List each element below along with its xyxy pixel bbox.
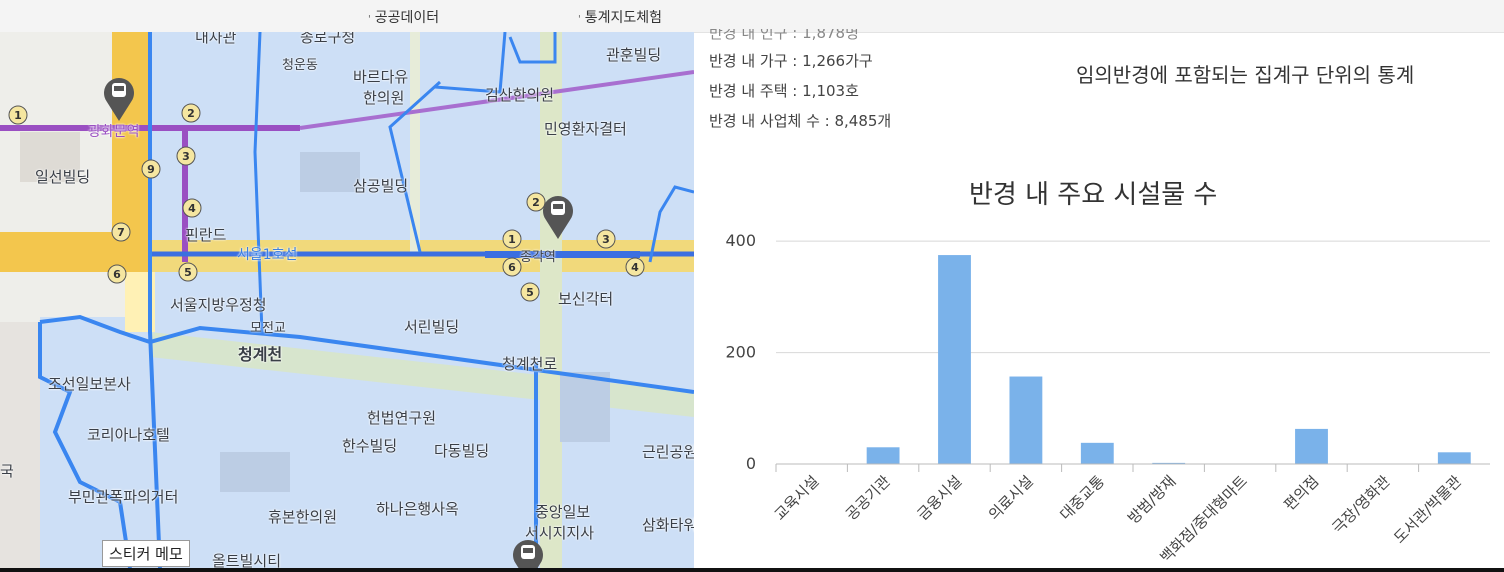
- map-label: 삼공빌딩: [353, 177, 409, 195]
- map-label: 일선빌딩: [35, 168, 91, 186]
- stat-households: 반경 내 가구 : 1,266가구: [709, 52, 873, 70]
- stat-housing: 반경 내 주택 : 1,103호: [709, 82, 859, 100]
- map-label: 한의원: [363, 89, 405, 107]
- map-label: 다동빌딩: [434, 442, 490, 460]
- x-tick-label: 의료시설: [985, 472, 1037, 524]
- x-tick-label: 방범/방재: [1124, 472, 1179, 527]
- subway-pin-icon[interactable]: [510, 536, 546, 568]
- map-label: 종로구청: [300, 32, 356, 46]
- map-label: 서울지방우정청: [170, 296, 267, 314]
- map-label: 코리아나호텔: [87, 426, 170, 444]
- map-label: 한수빌딩: [342, 437, 398, 455]
- radius-stat-note: 임의반경에 포함되는 집계구 단위의 통계: [1076, 63, 1415, 87]
- bar[interactable]: [1009, 376, 1043, 464]
- svg-text:2: 2: [532, 196, 540, 209]
- svg-text:9: 9: [147, 163, 155, 176]
- svg-text:4: 4: [631, 261, 639, 274]
- map-label: 김산한의원: [485, 86, 555, 104]
- svg-text:3: 3: [182, 150, 190, 163]
- facility-bar-chart: 0200400교육시설 공공기관 금융시설 의료시설 대중교통 방범/방재백화점/중대형마…: [725, 231, 1490, 566]
- svg-text:2: 2: [187, 107, 195, 120]
- bar[interactable]: [866, 447, 900, 464]
- y-tick-label: 0: [746, 454, 756, 473]
- map-label: 근린공원: [642, 443, 694, 461]
- map-label: 보신각터: [558, 290, 614, 308]
- map-label: 민영환자결터: [544, 120, 627, 138]
- map-label: 모전교: [250, 321, 286, 336]
- sticker-memo-button[interactable]: 스티커 메모: [102, 540, 190, 567]
- y-tick-label: 400: [725, 231, 756, 250]
- map-label: 헌법연구원: [367, 409, 437, 427]
- x-tick-label: 대중교통: [1056, 472, 1108, 524]
- map-label: 관훈빌딩: [606, 46, 662, 64]
- map-label: 광화문역: [88, 124, 140, 140]
- svg-text:5: 5: [184, 266, 192, 279]
- map-label: 서린빌딩: [404, 318, 460, 336]
- map-label: 중앙일보: [535, 503, 591, 521]
- x-tick-label: 편의점: [1280, 472, 1322, 514]
- x-tick-label: 극장/영화관: [1329, 472, 1394, 537]
- map-label: 종각역: [520, 250, 556, 265]
- top-link-bar: ' 공공데이터 ' 통계지도체험: [0, 0, 1504, 33]
- svg-text:5: 5: [526, 286, 534, 299]
- y-tick-label: 200: [725, 343, 756, 362]
- stat-businesses: 반경 내 사업체 수 : 8,485개: [709, 112, 892, 130]
- svg-text:3: 3: [602, 233, 610, 246]
- map-label: 청계천: [238, 345, 283, 364]
- map-label: 서울1호선: [237, 247, 298, 263]
- svg-text:7: 7: [117, 226, 125, 239]
- map-label: 내자관: [195, 32, 237, 46]
- map-label: 하나은행사옥: [376, 500, 459, 518]
- svg-text:1: 1: [508, 233, 516, 246]
- bottom-border: [0, 568, 1504, 572]
- stat-map-experience-link[interactable]: ' 통계지도체험: [578, 7, 662, 27]
- map-label: 청계천로: [502, 355, 558, 373]
- x-tick-label: 교육시설: [771, 472, 823, 524]
- map-view[interactable]: 1 2 3 4 5 6 7 9 1 2 3 4 5 6 내자관 종로구청 청운동…: [0, 32, 694, 568]
- map-label: 핀란드: [185, 226, 227, 244]
- bar[interactable]: [1437, 452, 1471, 464]
- svg-text:6: 6: [508, 261, 516, 274]
- map-label: 삼화타워: [642, 516, 694, 534]
- map-label: 올트빌시티: [212, 552, 282, 568]
- subway-pin-icon[interactable]: [101, 74, 137, 122]
- bar[interactable]: [1080, 442, 1114, 464]
- map-label: 부민관폭파의거터: [68, 488, 179, 506]
- chart-title: 반경 내 주요 시설물 수: [969, 180, 1218, 210]
- subway-pin-icon[interactable]: [540, 192, 576, 240]
- bar[interactable]: [1295, 428, 1328, 464]
- bar[interactable]: [938, 255, 971, 464]
- svg-text:1: 1: [14, 109, 22, 122]
- map-label: 청운동: [282, 58, 318, 73]
- x-tick-label: 금융시설: [914, 472, 966, 524]
- map-label: 조선일보본사: [48, 375, 131, 393]
- map-label: 바르다유: [353, 68, 409, 86]
- public-data-link[interactable]: ' 공공데이터: [368, 7, 439, 27]
- map-label: 국: [0, 462, 14, 480]
- svg-text:6: 6: [113, 268, 121, 281]
- map-label: 휴본한의원: [268, 508, 338, 526]
- x-tick-label: 공공기관: [842, 472, 894, 524]
- svg-text:4: 4: [188, 202, 196, 215]
- x-tick-label: 도서관/박물관: [1390, 472, 1465, 547]
